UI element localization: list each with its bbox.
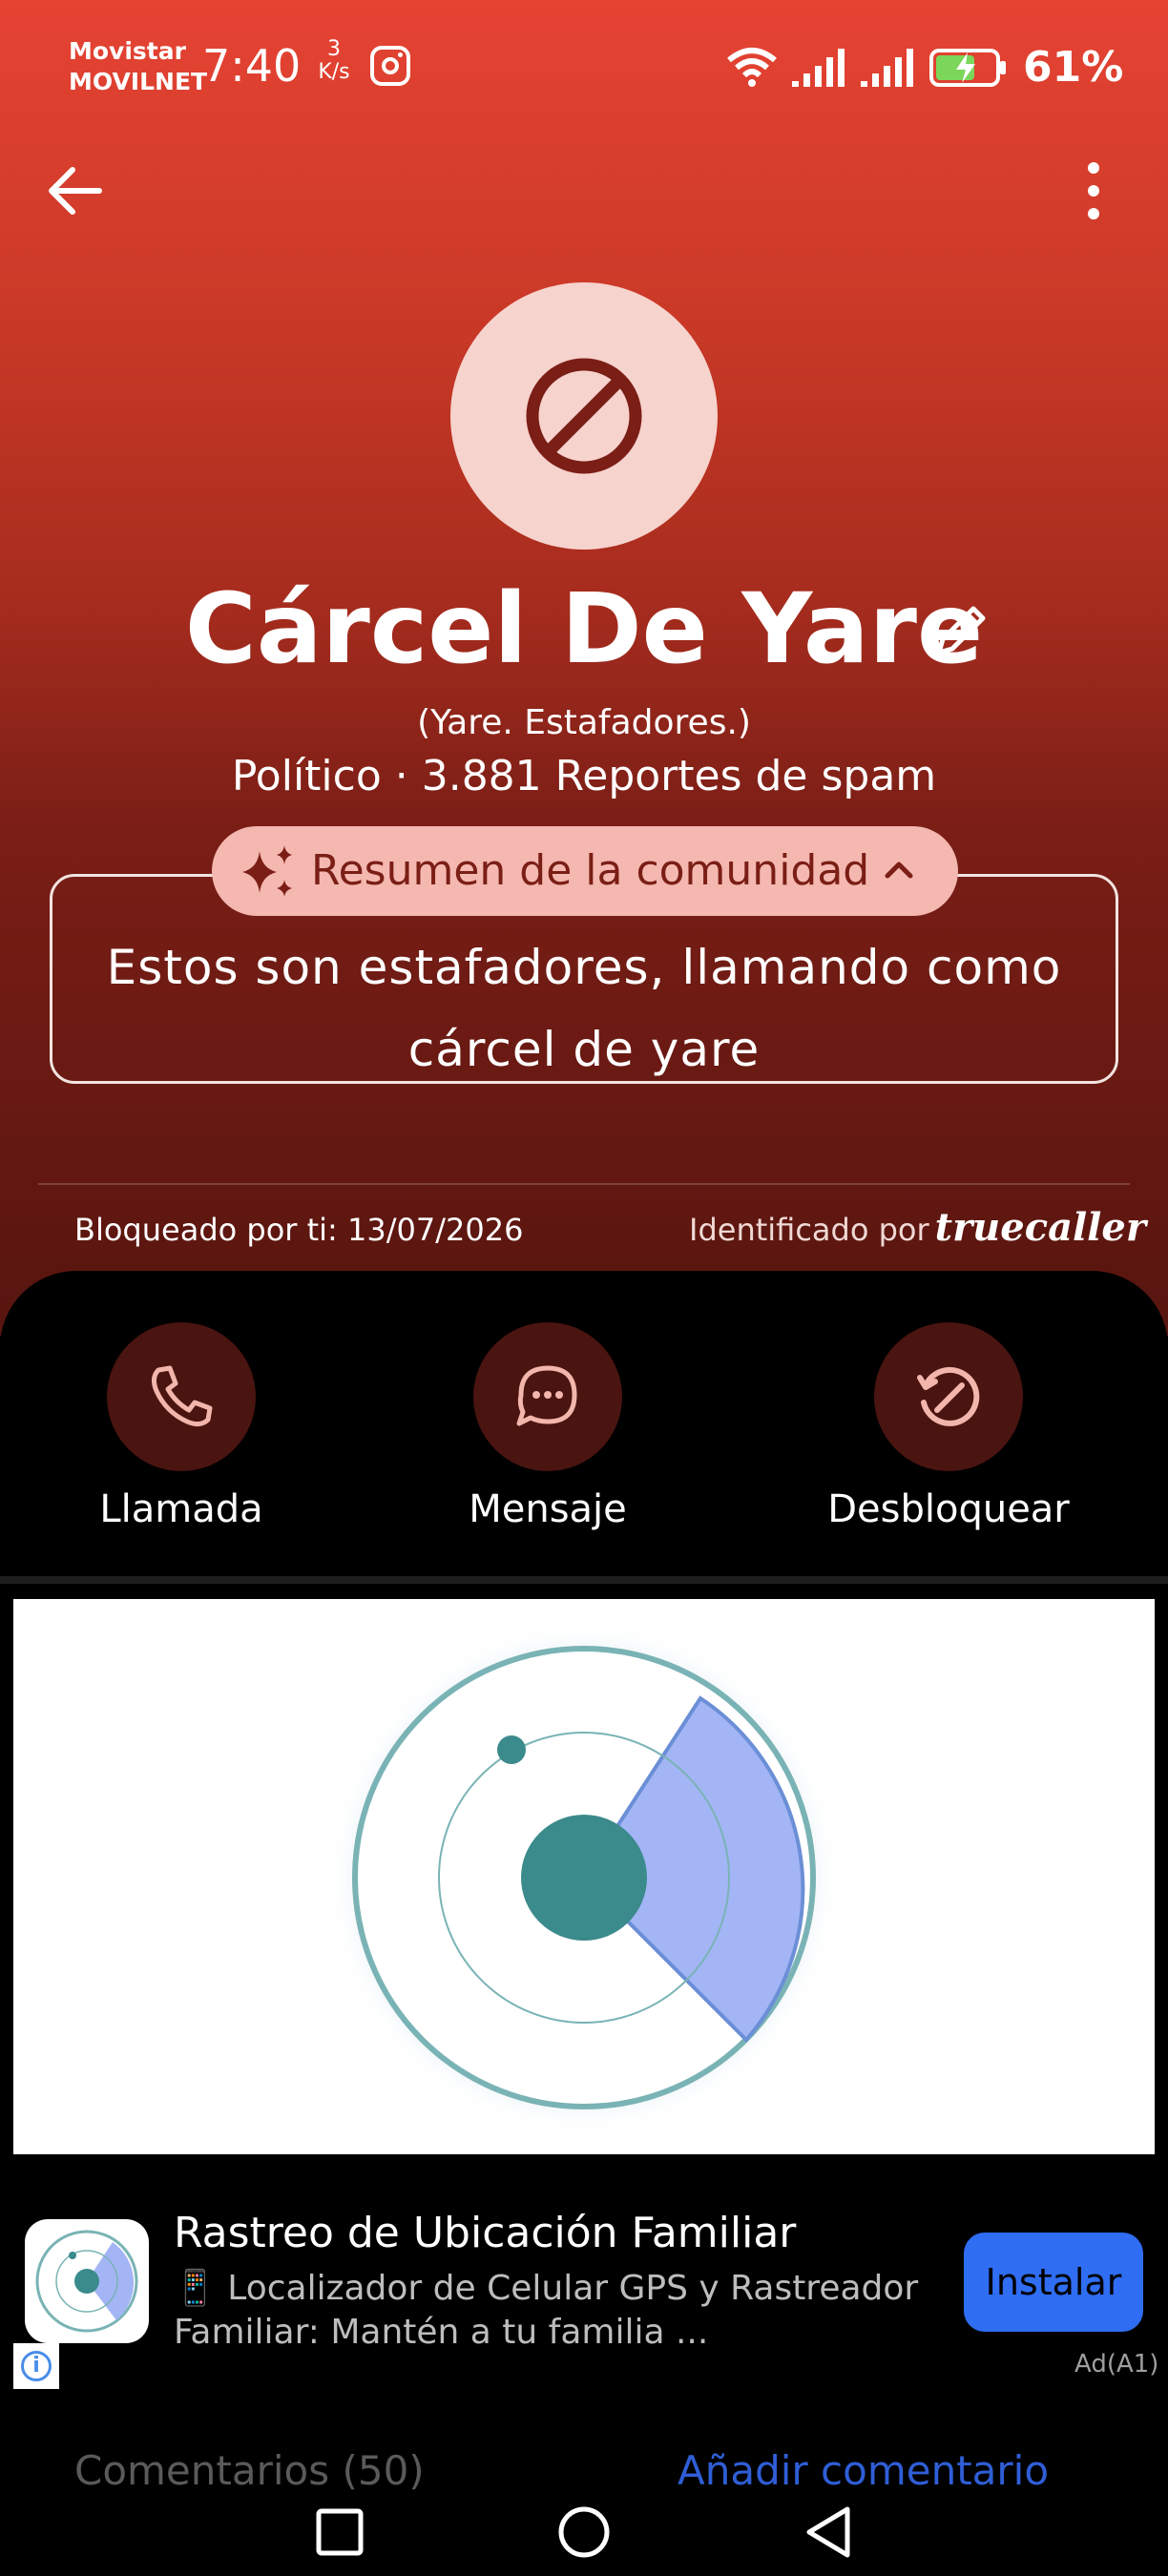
identified-by: Identificado por truecaller <box>689 1205 1146 1250</box>
radar-icon <box>35 2230 138 2333</box>
phone-icon <box>151 1365 213 1427</box>
network-speed: 3 K/s <box>318 37 350 84</box>
signal-icon <box>861 49 913 87</box>
message-button[interactable]: Mensaje <box>405 1322 691 1542</box>
arrow-left-icon <box>49 167 102 215</box>
ad-label: Ad(A1) <box>1074 2350 1159 2379</box>
chevron-up-icon <box>885 862 913 879</box>
ad-info-button[interactable]: i <box>13 2343 59 2389</box>
message-label: Mensaje <box>469 1487 627 1531</box>
ad-app-icon[interactable] <box>25 2219 149 2343</box>
triangle-back-icon <box>806 2506 850 2558</box>
info-icon: i <box>21 2351 52 2381</box>
call-label: Llamada <box>99 1487 263 1531</box>
spam-reports: Político · 3.881 Reportes de spam <box>231 752 937 800</box>
summary-text: Estos son estafadores, llamando como cár… <box>106 940 1062 1077</box>
radar-illustration <box>326 1620 842 2135</box>
wifi-icon <box>727 48 777 87</box>
nav-back-button[interactable] <box>790 2494 866 2570</box>
truecaller-logo: truecaller <box>934 1205 1146 1250</box>
community-summary-toggle[interactable]: Resumen de la comunidad <box>212 826 958 916</box>
clock: 7:40 <box>202 40 302 92</box>
unblock-label: Desbloquear <box>827 1487 1070 1531</box>
sparkle-icon <box>242 845 292 897</box>
square-icon <box>316 2508 364 2556</box>
unblock-button[interactable]: Desbloquear <box>805 1322 1092 1542</box>
summary-label: Resumen de la comunidad <box>311 846 870 895</box>
alternate-name: (Yare. Estafadores.) <box>417 703 751 742</box>
carrier-name: Movistar MOVILNET <box>69 37 208 95</box>
blocked-icon <box>526 358 642 474</box>
avatar <box>450 282 718 550</box>
ad-image[interactable] <box>13 1599 1155 2154</box>
back-button[interactable] <box>38 153 111 225</box>
home-button[interactable] <box>546 2494 622 2570</box>
blocked-date: Bloqueado por ti: 13/07/2026 <box>74 1212 524 1248</box>
ad-banner[interactable]: Rastreo de Ubicación Familiar 📱 Localiza… <box>0 1584 1168 2389</box>
recents-button[interactable] <box>302 2494 378 2570</box>
instagram-icon <box>370 46 410 86</box>
caller-name: Cárcel De Yare <box>184 572 984 686</box>
navigation-bar <box>0 2471 1168 2576</box>
divider <box>38 1183 1130 1185</box>
ad-title[interactable]: Rastreo de Ubicación Familiar <box>174 2206 796 2261</box>
signal-icon <box>792 49 845 87</box>
more-vertical-icon <box>1088 162 1099 219</box>
chat-bubble-icon <box>516 1365 577 1426</box>
install-button[interactable]: Instalar <box>964 2233 1143 2332</box>
circle-icon <box>558 2506 610 2558</box>
pencil-icon <box>936 606 986 655</box>
unblock-icon <box>917 1366 980 1426</box>
status-bar: Movistar MOVILNET 7:40 3 K/s 61% <box>0 0 1168 134</box>
battery-charging-icon <box>929 49 1006 87</box>
battery-percent: 61% <box>1023 43 1124 92</box>
more-options-button[interactable] <box>1065 153 1122 229</box>
ad-description[interactable]: 📱 Localizador de Celular GPS y Rastreado… <box>174 2267 937 2355</box>
status-icons <box>725 40 1008 95</box>
edit-name-button[interactable] <box>929 599 992 662</box>
caller-name-row: Cárcel De Yare <box>0 572 1168 687</box>
call-button[interactable]: Llamada <box>38 1322 324 1542</box>
divider <box>0 1576 1168 1584</box>
